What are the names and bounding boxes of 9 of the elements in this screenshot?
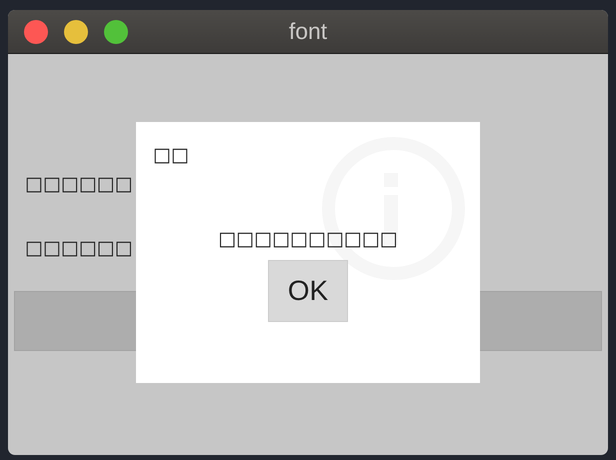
dialog-title: □□ — [153, 144, 189, 166]
label: □□□□□□ — [25, 236, 133, 261]
dialog-message: □□□□□□□□□□ — [218, 228, 398, 250]
ok-button[interactable]: OK — [268, 260, 348, 322]
zoom-button[interactable] — [104, 20, 128, 44]
label: □□□□□□ — [25, 172, 133, 197]
close-button[interactable] — [24, 20, 48, 44]
minimize-button[interactable] — [64, 20, 88, 44]
window-title: font — [288, 18, 328, 45]
